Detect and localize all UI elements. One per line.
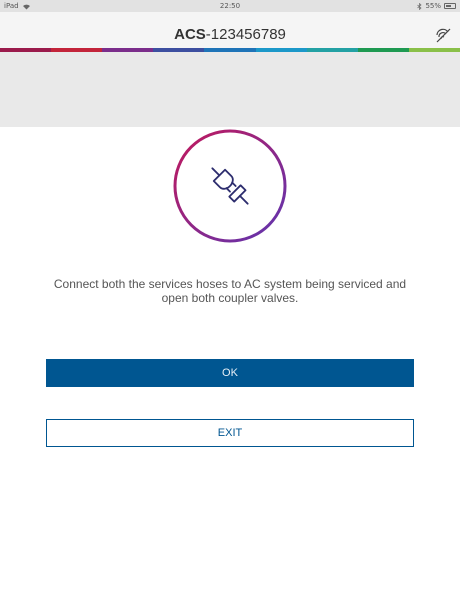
- page-title: ACS-123456789: [0, 26, 460, 43]
- instruction-message: Connect both the services hoses to AC sy…: [53, 277, 407, 305]
- plug-connect-icon: [173, 129, 287, 243]
- sync-off-icon[interactable]: [434, 26, 452, 44]
- title-bold: ACS: [174, 26, 206, 43]
- exit-button[interactable]: EXIT: [46, 419, 414, 447]
- bluetooth-icon: [417, 2, 422, 10]
- status-right: 55%: [417, 2, 456, 10]
- background-band: [0, 52, 460, 127]
- battery-icon: [444, 3, 456, 9]
- status-time: 22:50: [219, 2, 241, 10]
- battery-percent: 55%: [425, 2, 441, 10]
- app-header: ACS-123456789: [0, 12, 460, 48]
- title-serial: -123456789: [205, 26, 286, 43]
- status-bar: iPad 22:50 55%: [0, 0, 460, 12]
- ok-button[interactable]: OK: [46, 359, 414, 387]
